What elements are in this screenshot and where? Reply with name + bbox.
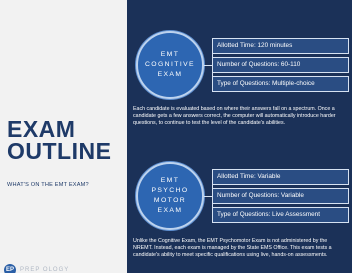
title-line-1: EXAM bbox=[7, 116, 76, 142]
page-title: EXAM OUTLINE bbox=[7, 116, 112, 164]
psychomotor-type: Type of Questions: Live Assessment bbox=[212, 207, 349, 223]
page-subtitle: WHAT'S ON THE EMT EXAM? bbox=[7, 182, 89, 188]
psychomotor-exam-badge: EMT PSYCHO MOTOR EXAM bbox=[136, 162, 204, 230]
psychomotor-exam-label: EMT PSYCHO MOTOR EXAM bbox=[151, 177, 189, 214]
cognitive-exam-label: EMT COGNITIVE EXAM bbox=[145, 51, 195, 78]
psychomotor-time: Allotted Time: Variable bbox=[212, 169, 349, 185]
title-line-2: OUTLINE bbox=[7, 138, 112, 164]
cognitive-exam-badge: EMT COGNITIVE EXAM bbox=[136, 31, 204, 99]
psychomotor-description: Unlike the Cognitive Exam, the EMT Psych… bbox=[133, 238, 332, 258]
left-panel: EXAM OUTLINE WHAT'S ON THE EMT EXAM? EP … bbox=[0, 0, 127, 273]
cognitive-time: Allotted Time: 120 minutes bbox=[212, 38, 349, 54]
cognitive-questions: Number of Questions: 60-110 bbox=[212, 57, 349, 73]
cognitive-type: Type of Questions: Multiple-choice bbox=[212, 76, 349, 92]
psychomotor-questions: Number of Questions: Variable bbox=[212, 188, 349, 204]
brand-logo: EP PREP OLOGY bbox=[4, 264, 69, 273]
cognitive-description: Each candidate is evaluated based on whe… bbox=[133, 106, 336, 126]
logo-icon: EP bbox=[4, 264, 16, 273]
logo-text: PREP OLOGY bbox=[20, 267, 70, 273]
